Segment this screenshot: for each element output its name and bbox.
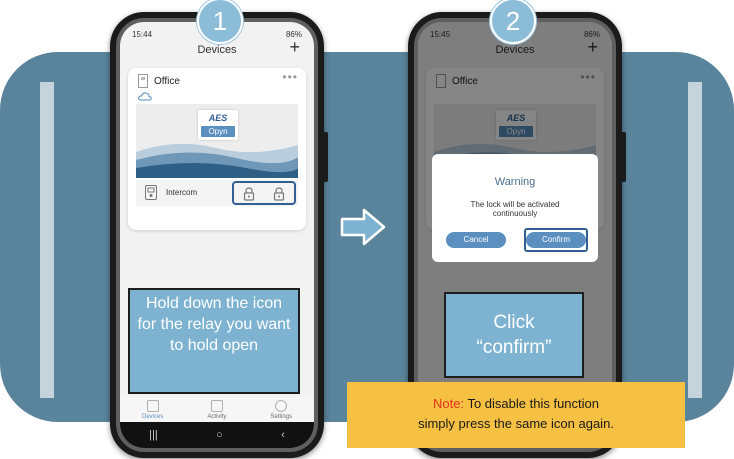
android-nav-bar: ||| ○ ‹ <box>120 422 314 448</box>
callout-1-text: Hold down the icon for the relay you wan… <box>137 295 291 354</box>
band-pillar-left <box>40 82 54 398</box>
note-text: To disable this function <box>467 396 599 411</box>
gear-icon <box>275 400 288 412</box>
phone-2-side-button <box>621 132 626 182</box>
cloud-icon <box>138 92 152 101</box>
phone-1-side-button <box>323 132 328 182</box>
page-title: Devices <box>197 44 237 56</box>
bottom-tab-bar: Devices Activity Settings <box>120 396 314 422</box>
relay-2-lock-icon[interactable] <box>272 187 286 201</box>
relay-1-lock-icon[interactable] <box>242 187 256 201</box>
intercom-icon <box>145 185 157 200</box>
device-icon <box>138 74 148 88</box>
tab-settings-label: Settings <box>270 414 292 420</box>
note-text-line2: simply press the same icon again. <box>418 416 614 431</box>
band-pillar-right <box>688 82 702 398</box>
activity-icon <box>210 400 223 412</box>
step-2-badge: 2 <box>490 0 536 44</box>
relay-highlight <box>232 181 296 205</box>
note-box: Note: To disable this function simply pr… <box>347 382 685 448</box>
add-device-button[interactable]: + <box>289 38 300 56</box>
home-button[interactable]: ○ <box>216 429 223 441</box>
step-1-badge: 1 <box>197 0 243 44</box>
intercom-row: Intercom <box>136 180 298 206</box>
logo-bottom-text: Opyn <box>201 126 235 137</box>
device-banner: AES Opyn <box>136 104 298 178</box>
tab-activity[interactable]: Activity <box>207 400 226 422</box>
cancel-button[interactable]: Cancel <box>446 232 506 248</box>
confirm-button[interactable]: Confirm <box>526 232 586 248</box>
intercom-label: Intercom <box>166 188 198 197</box>
tab-devices-label: Devices <box>141 414 164 420</box>
warning-dialog: Warning The lock will be activated conti… <box>432 154 598 262</box>
tab-settings[interactable]: Settings <box>270 400 292 422</box>
status-time: 15:44 <box>132 30 153 39</box>
note-prefix: Note: <box>433 396 465 411</box>
instruction-callout-2: Click “confirm” <box>444 292 584 378</box>
callout-2-text: Click “confirm” <box>476 312 552 358</box>
device-name: Office <box>154 76 180 87</box>
tab-devices[interactable]: Devices <box>142 400 163 422</box>
tab-activity-label: Activity <box>207 414 227 420</box>
logo-top-text: AES <box>208 113 228 123</box>
back-button[interactable]: ‹ <box>281 429 285 441</box>
aes-opyn-logo: AES Opyn <box>198 110 238 140</box>
device-menu-button[interactable]: ••• <box>282 70 298 84</box>
devices-icon <box>146 400 159 412</box>
recent-apps-button[interactable]: ||| <box>149 429 158 441</box>
arrow-right-icon <box>340 208 386 246</box>
dialog-message: The lock will be activated continuously <box>470 200 560 218</box>
wave-graphic <box>136 143 298 178</box>
device-card-office[interactable]: Office ••• AES Opyn Intercom <box>128 68 306 230</box>
instruction-callout-1: Hold down the icon for the relay you wan… <box>128 288 300 394</box>
dialog-title: Warning <box>494 176 536 188</box>
